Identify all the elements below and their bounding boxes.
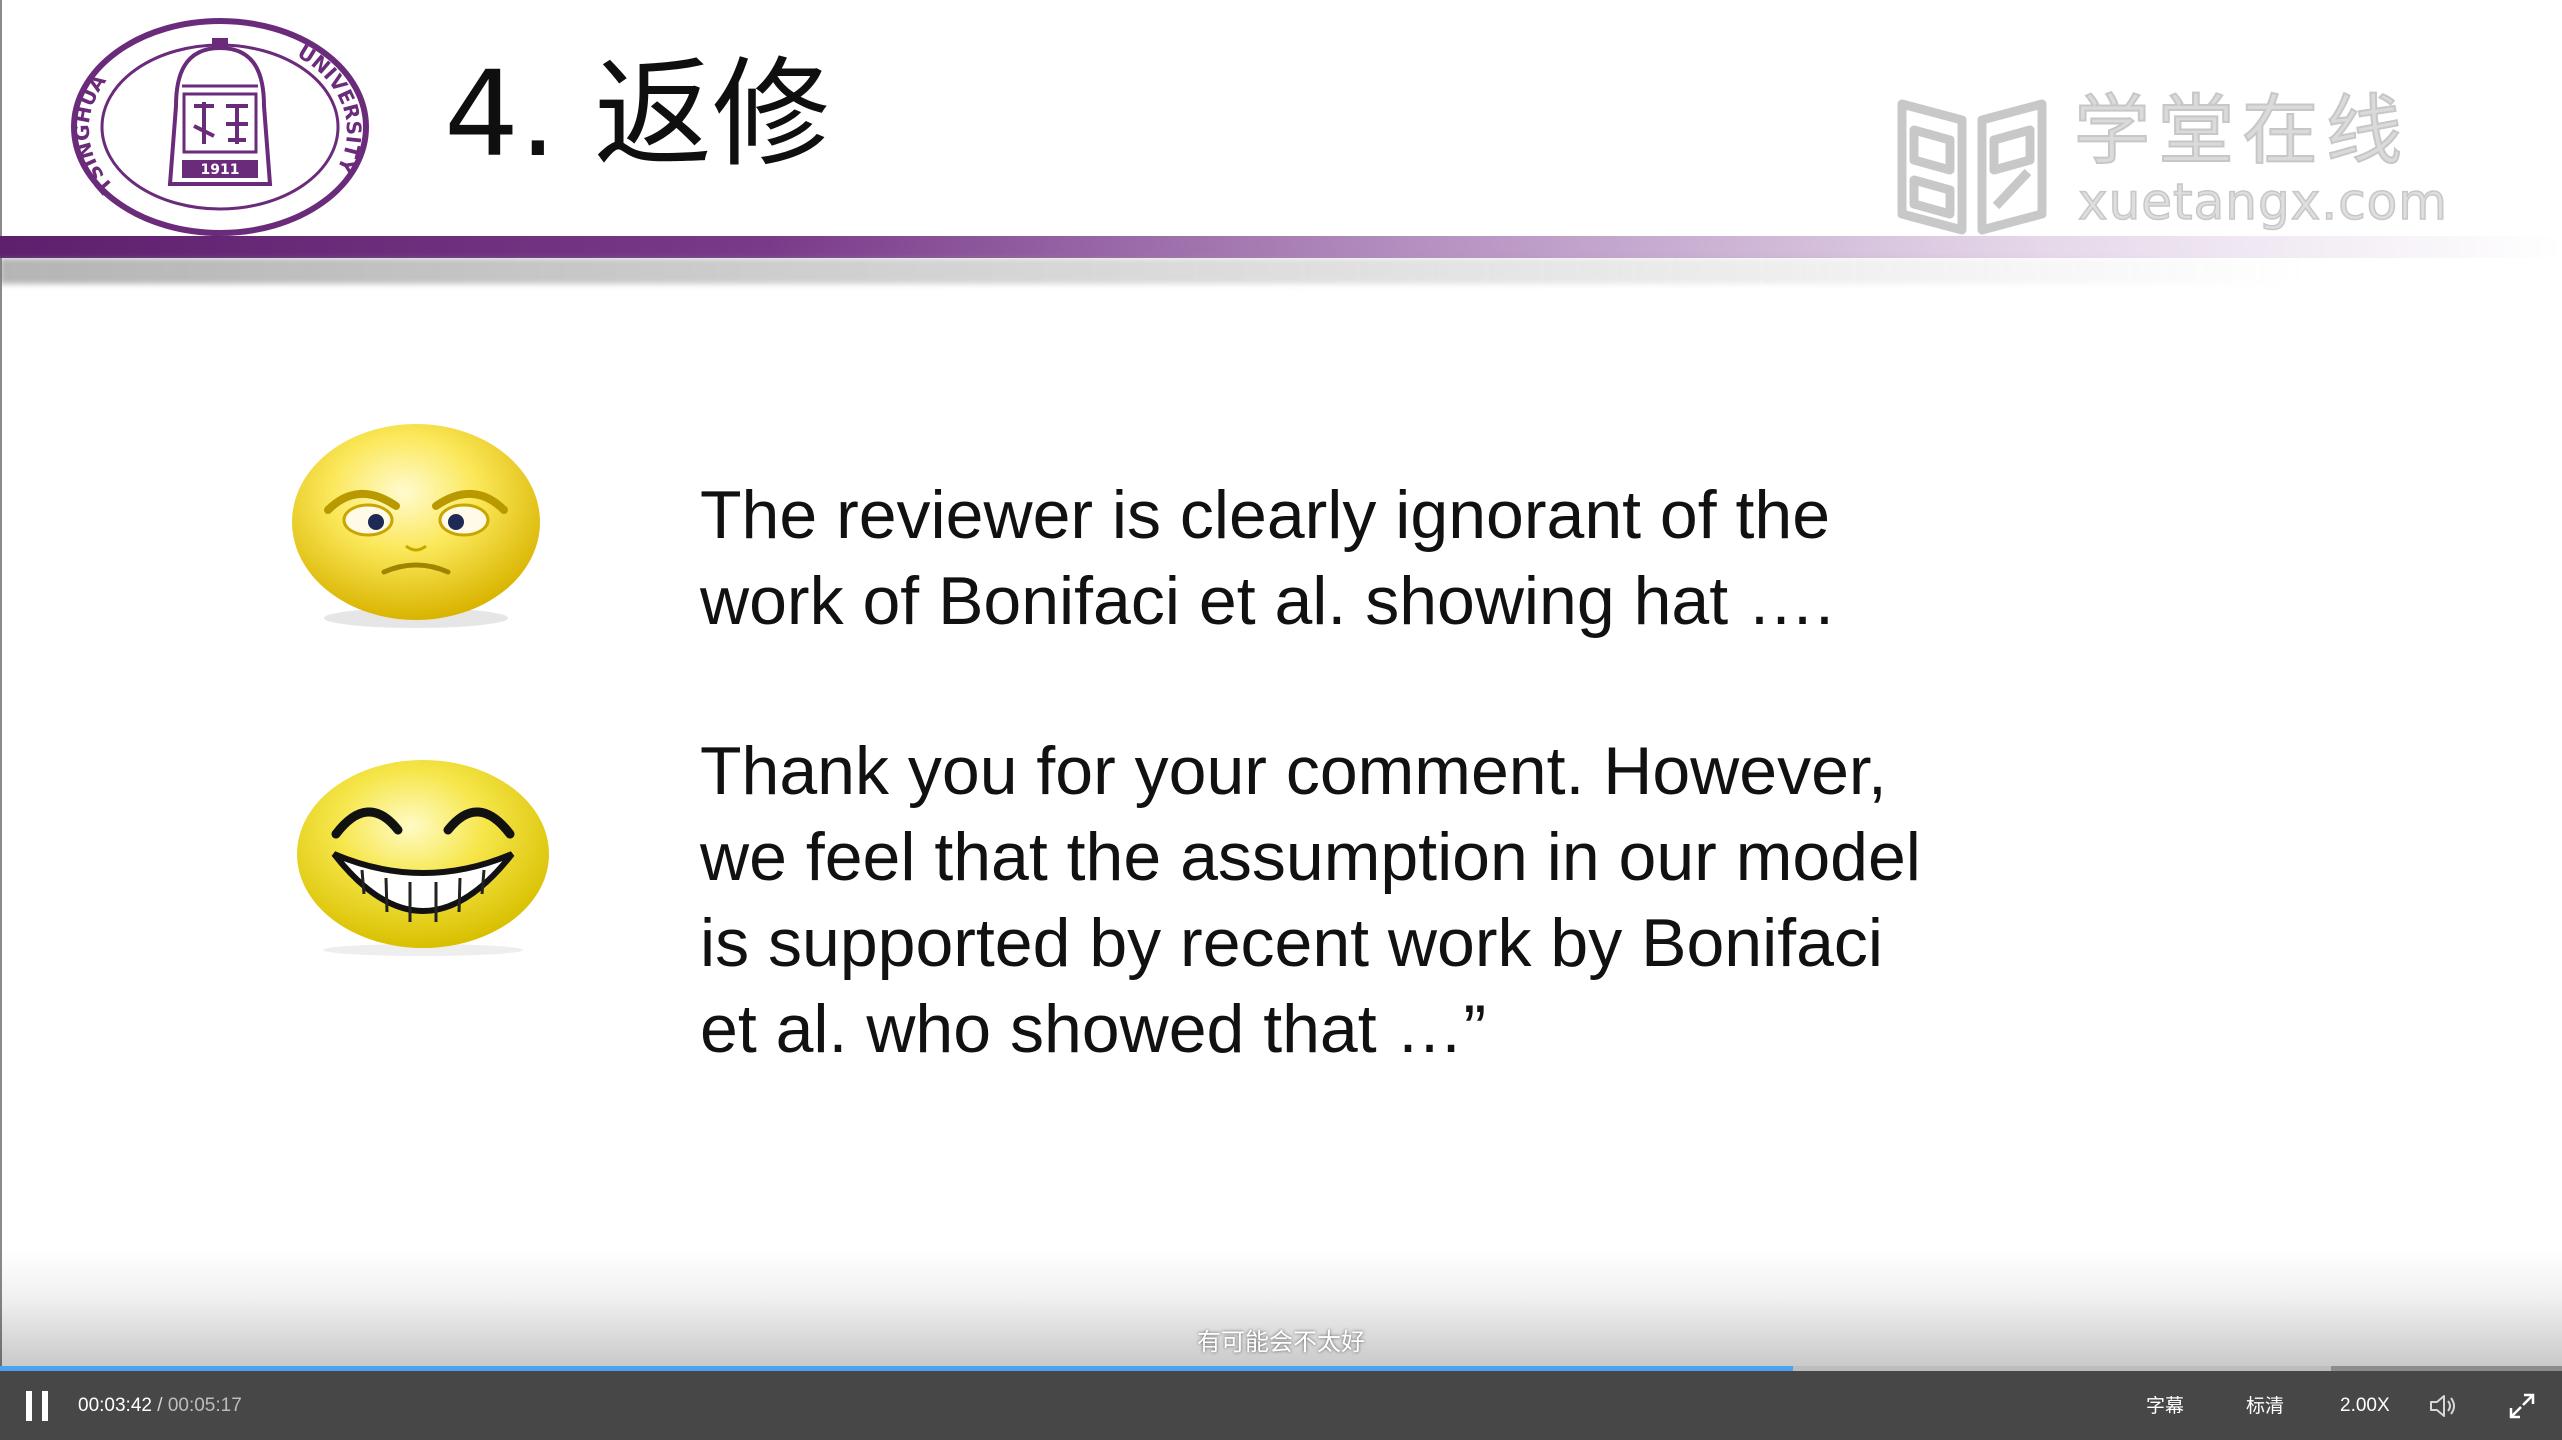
slide-title: 4. 返修 bbox=[444, 45, 831, 183]
angry-face-icon bbox=[292, 424, 540, 628]
author-response-text: Thank you for your comment. However, we … bbox=[700, 728, 1921, 1072]
university-seal-logo: TSINGHUA UNIVERSITY 1911 bbox=[70, 18, 369, 236]
time-separator: / bbox=[157, 1395, 163, 1416]
progress-bar[interactable] bbox=[0, 1366, 2562, 1371]
seal-year: 1911 bbox=[201, 162, 240, 178]
text-line: work of Bonifaci et al. showing hat …. bbox=[700, 563, 1834, 639]
header-divider-shadow bbox=[0, 258, 2562, 284]
watermark-url: xuetangx.com bbox=[2077, 172, 2448, 232]
current-time: 00:03:42 bbox=[78, 1395, 152, 1416]
subtitles-button[interactable]: 字幕 bbox=[2146, 1393, 2184, 1419]
video-subtitle: 有可能会不太好 bbox=[1197, 1328, 1365, 1356]
xuetangx-watermark: 学堂在线 xuetangx.com bbox=[1892, 85, 2448, 246]
grinning-face-icon bbox=[297, 760, 549, 956]
text-line: is supported by recent work by Bonifaci bbox=[700, 905, 1884, 981]
playback-speed-button[interactable]: 2.00X bbox=[2340, 1393, 2390, 1419]
quality-button[interactable]: 标清 bbox=[2246, 1393, 2284, 1419]
left-border bbox=[0, 0, 2, 1440]
header-divider bbox=[0, 236, 2562, 258]
fullscreen-icon[interactable] bbox=[2508, 1392, 2536, 1420]
text-line: we feel that the assumption in our model bbox=[700, 819, 1921, 895]
pause-button[interactable] bbox=[24, 1391, 52, 1421]
video-player[interactable]: TSINGHUA UNIVERSITY 1911 4. 返修 学堂在线 xuet… bbox=[0, 0, 2562, 1440]
pause-icon bbox=[26, 1391, 32, 1421]
time-display: 00:03:42 / 00:05:17 bbox=[78, 1393, 242, 1419]
text-line: Thank you for your comment. However, bbox=[700, 733, 1887, 809]
watermark-chinese: 学堂在线 bbox=[2073, 85, 2410, 176]
xuetangx-book-icon bbox=[1897, 99, 2047, 235]
reviewer-comment-text: The reviewer is clearly ignorant of the … bbox=[700, 472, 1834, 644]
volume-icon[interactable] bbox=[2428, 1392, 2458, 1420]
total-time: 00:05:17 bbox=[167, 1395, 242, 1416]
pause-icon-bar bbox=[42, 1391, 48, 1421]
text-line: The reviewer is clearly ignorant of the bbox=[700, 477, 1831, 553]
progress-played bbox=[0, 1366, 1794, 1371]
lecture-slide: TSINGHUA UNIVERSITY 1911 4. 返修 学堂在线 xuet… bbox=[0, 0, 2562, 1440]
text-line: et al. who showed that …” bbox=[700, 991, 1487, 1067]
